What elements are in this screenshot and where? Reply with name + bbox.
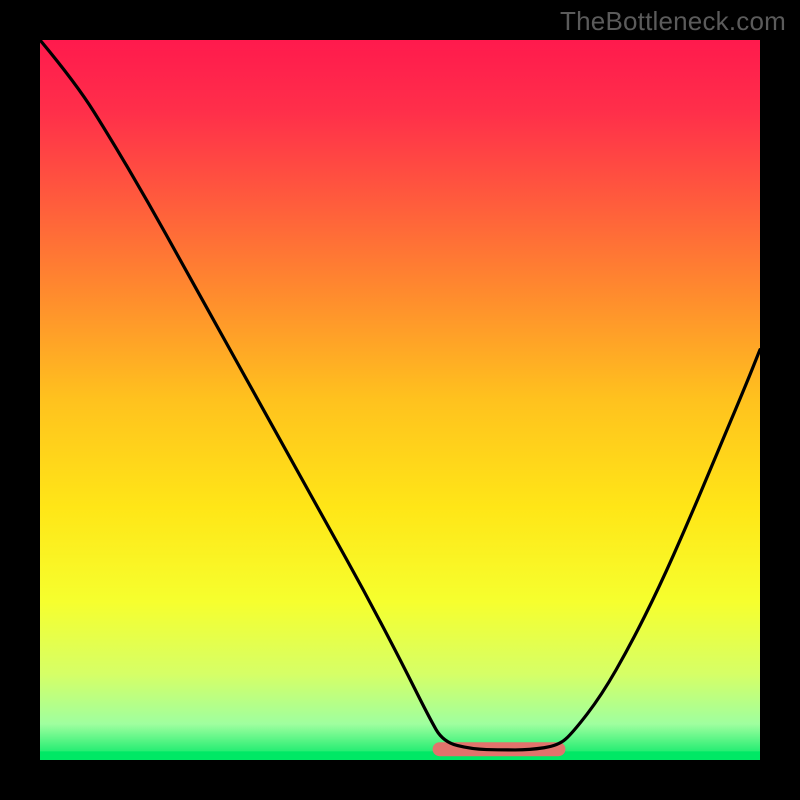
chart-svg [40, 40, 760, 760]
plot-area [40, 40, 760, 760]
gradient-background [40, 40, 760, 760]
watermark-text: TheBottleneck.com [560, 6, 786, 37]
bottom-green-band [40, 751, 760, 760]
chart-frame: TheBottleneck.com [0, 0, 800, 800]
